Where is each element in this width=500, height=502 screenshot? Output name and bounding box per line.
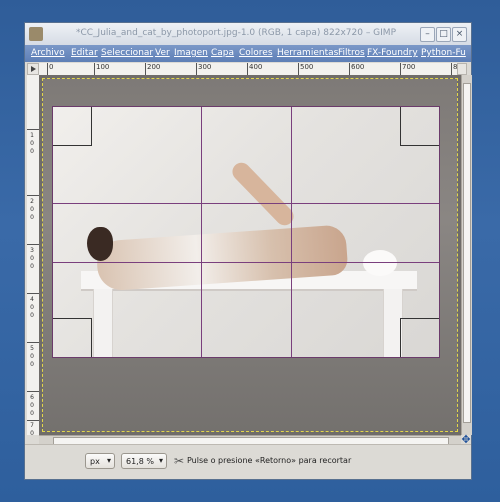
ruler-label: 0 <box>30 263 34 270</box>
menu-imagen[interactable]: Imagen <box>174 48 208 58</box>
image-canvas[interactable] <box>39 75 461 435</box>
ruler-label: 0 <box>30 148 34 155</box>
status-hint: Pulse o presione «Retorno» para recortar <box>187 456 352 465</box>
ruler-tick <box>47 63 48 75</box>
ruler-tick <box>400 63 401 75</box>
ruler-tick <box>27 293 39 294</box>
ruler-label: 0 <box>30 206 34 213</box>
crop-handle-top-right[interactable] <box>400 107 439 146</box>
ruler-tick <box>27 342 39 343</box>
ruler-label: 600 <box>351 63 365 71</box>
menu-herramientas[interactable]: Herramientas <box>277 48 338 58</box>
menu-seleccionar[interactable]: Seleccionar <box>101 48 153 58</box>
chevron-down-icon: ▾ <box>106 456 111 465</box>
ruler-tick <box>451 63 452 75</box>
ruler-label: 0 <box>30 410 34 417</box>
maximize-button[interactable]: □ <box>436 27 451 42</box>
ruler-label: 0 <box>30 402 34 409</box>
ruler-tick <box>298 63 299 75</box>
ruler-label: 3 <box>30 247 34 254</box>
ruler-label: 100 <box>96 63 110 71</box>
crop-guide-vertical <box>291 107 292 357</box>
crop-tool-icon: ✂ <box>173 454 185 468</box>
table-leg-left <box>93 289 113 357</box>
zoom-select[interactable]: 61,8 % ▾ <box>121 453 167 469</box>
ruler-label: 4 <box>30 296 34 303</box>
ruler-tick <box>27 391 39 392</box>
vertical-scrollbar[interactable] <box>461 75 472 435</box>
ruler-label: 700 <box>402 63 416 71</box>
crop-guide-horizontal <box>53 203 439 204</box>
ruler-label: 200 <box>147 63 161 71</box>
ruler-tick <box>94 63 95 75</box>
crop-guide-horizontal <box>53 262 439 263</box>
ruler-tick <box>27 244 39 245</box>
crop-handle-bottom-left[interactable] <box>53 318 92 357</box>
ruler-tick <box>27 195 39 196</box>
ruler-label: 400 <box>249 63 263 71</box>
vertical-scroll-thumb[interactable] <box>463 83 471 423</box>
menu-archivo[interactable]: Archivo <box>31 48 65 58</box>
window-title: *CC_Julia_and_cat_by_photoport.jpg-1.0 (… <box>75 28 397 38</box>
ruler-label: 0 <box>30 140 34 147</box>
close-button[interactable]: × <box>452 27 467 42</box>
cat-figure <box>363 250 397 276</box>
ruler-label: 0 <box>30 214 34 221</box>
ruler-label: 0 <box>30 353 34 360</box>
ruler-label: 1 <box>30 132 34 139</box>
navigate-icon[interactable] <box>457 63 467 75</box>
unit-value: px <box>90 457 100 466</box>
crop-selection[interactable] <box>53 107 439 357</box>
ruler-tick <box>247 63 248 75</box>
menu-ver[interactable]: Ver <box>155 48 170 58</box>
ruler-label: 0 <box>30 430 34 436</box>
crop-handle-bottom-right[interactable] <box>400 318 439 357</box>
ruler-tick <box>349 63 350 75</box>
ruler-label: 5 <box>30 345 34 352</box>
ruler-label: 300 <box>198 63 212 71</box>
ruler-label: 0 <box>49 63 54 71</box>
crop-guide-vertical <box>201 107 202 357</box>
crop-handle-top-left[interactable] <box>53 107 92 146</box>
woman-leg <box>228 158 298 230</box>
title-bar[interactable]: *CC_Julia_and_cat_by_photoport.jpg-1.0 (… <box>25 23 471 46</box>
ruler-menu-button[interactable] <box>27 63 39 75</box>
menu-bar: Archivo Editar Seleccionar Ver Imagen Ca… <box>25 45 471 62</box>
menu-capa[interactable]: Capa <box>211 48 234 58</box>
unit-select[interactable]: px ▾ <box>85 453 115 469</box>
menu-python-fu[interactable]: Python-Fu <box>421 48 466 58</box>
zoom-value: 61,8 % <box>126 457 154 466</box>
menu-colores[interactable]: Colores <box>239 48 273 58</box>
ruler-tick <box>196 63 197 75</box>
ruler-label: 0 <box>30 361 34 368</box>
ruler-label: 6 <box>30 394 34 401</box>
chevron-down-icon: ▾ <box>158 456 163 465</box>
ruler-tick <box>27 129 39 130</box>
ruler-label: 500 <box>300 63 314 71</box>
ruler-label: 0 <box>30 255 34 262</box>
minimize-button[interactable]: – <box>420 27 435 42</box>
menu-fx-foundry[interactable]: FX-Foundry <box>367 48 418 58</box>
woman-head <box>87 227 113 261</box>
gimp-icon <box>29 27 43 41</box>
menu-filtros[interactable]: Filtros <box>338 48 365 58</box>
gimp-window: *CC_Julia_and_cat_by_photoport.jpg-1.0 (… <box>24 22 472 480</box>
ruler-label: 0 <box>30 304 34 311</box>
ruler-label: 2 <box>30 198 34 205</box>
ruler-label: 7 <box>30 422 34 429</box>
menu-editar[interactable]: Editar <box>71 48 98 58</box>
status-bar: px ▾ 61,8 % ▾ ✂ Pulse o presione «Retorn… <box>25 444 471 479</box>
ruler-tick <box>145 63 146 75</box>
ruler-label: 0 <box>30 312 34 319</box>
ruler-tick <box>27 420 39 421</box>
